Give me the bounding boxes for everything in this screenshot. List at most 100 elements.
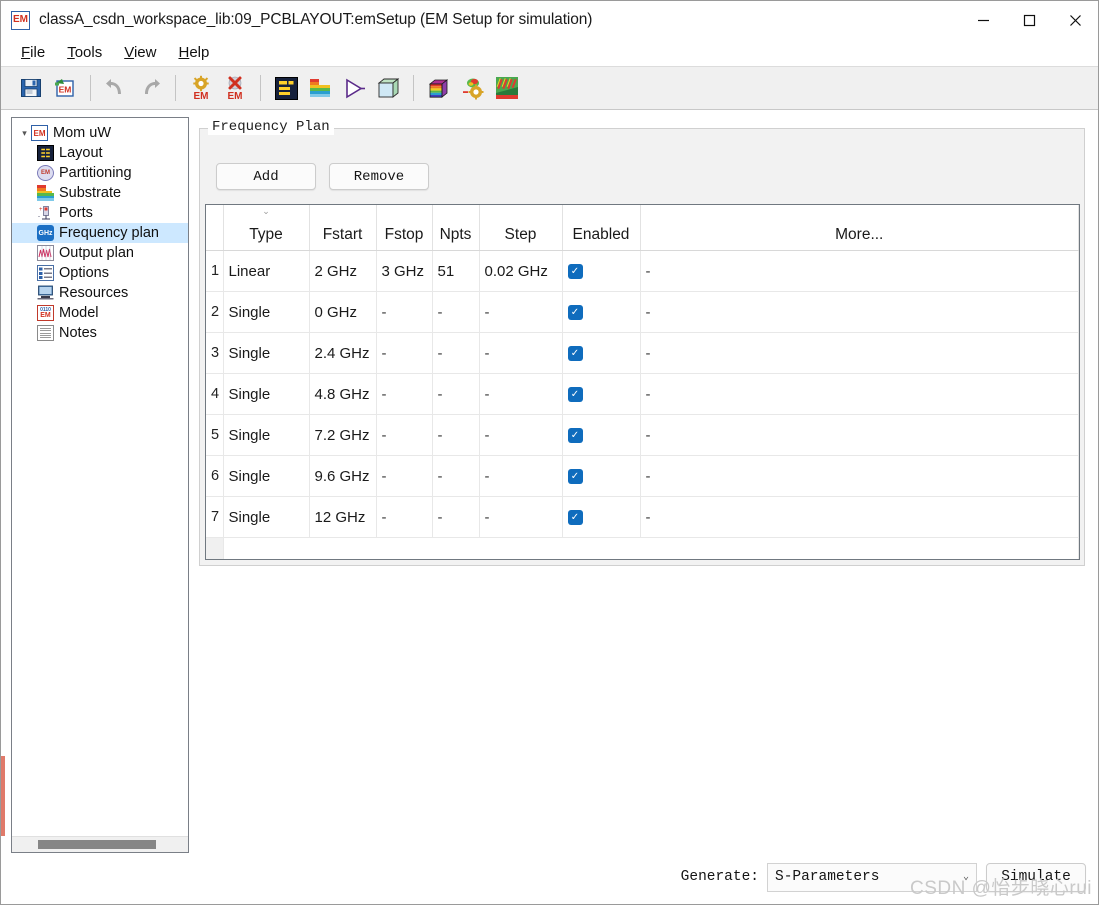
cell-enabled[interactable]: ✓: [562, 414, 641, 456]
scrollbar-thumb[interactable]: [38, 840, 156, 849]
enabled-checkbox[interactable]: ✓: [567, 510, 583, 526]
cell-fstart[interactable]: 2 GHz: [309, 250, 377, 292]
remove-button[interactable]: Remove: [329, 163, 429, 190]
cell-fstart[interactable]: 0 GHz: [309, 291, 377, 333]
table-row[interactable]: 5 Single 7.2 GHz - - - ✓ -: [206, 414, 1079, 456]
cell-npts[interactable]: -: [432, 332, 480, 374]
enabled-checkbox[interactable]: ✓: [567, 346, 583, 362]
cell-type[interactable]: Single: [223, 291, 310, 333]
cell-npts[interactable]: -: [432, 496, 480, 538]
cell-fstart[interactable]: 9.6 GHz: [309, 455, 377, 497]
cell-enabled[interactable]: ✓: [562, 496, 641, 538]
column-header-fstart[interactable]: Fstart: [309, 205, 377, 251]
enabled-checkbox[interactable]: ✓: [567, 469, 583, 485]
cell-enabled[interactable]: ✓: [562, 455, 641, 497]
sidebar-item-ports[interactable]: + - Ports: [12, 203, 188, 223]
sidebar-item-substrate[interactable]: Substrate: [12, 183, 188, 203]
cell-enabled[interactable]: ✓: [562, 250, 641, 292]
enabled-checkbox[interactable]: ✓: [567, 305, 583, 321]
em-settings-button[interactable]: EM: [185, 71, 217, 105]
table-row[interactable]: 1 Linear 2 GHz 3 GHz 51 0.02 GHz ✓ -: [206, 250, 1079, 292]
sidebar-horizontal-scrollbar[interactable]: [12, 836, 188, 852]
cell-step[interactable]: -: [479, 455, 563, 497]
cell-step[interactable]: -: [479, 414, 563, 456]
simulate-button[interactable]: Simulate: [986, 862, 1086, 892]
sidebar-item-resources[interactable]: Resources: [12, 283, 188, 303]
sidebar-item-partitioning[interactable]: EM Partitioning: [12, 163, 188, 183]
cell-more[interactable]: -: [640, 291, 1079, 333]
cell-more[interactable]: -: [640, 250, 1079, 292]
table-row[interactable]: 4 Single 4.8 GHz - - - ✓ -: [206, 373, 1079, 415]
add-button[interactable]: Add: [216, 163, 316, 190]
cell-npts[interactable]: 51: [432, 250, 480, 292]
cell-step[interactable]: -: [479, 373, 563, 415]
column-header-enabled[interactable]: Enabled: [562, 205, 641, 251]
sidebar-item-model[interactable]: 0110 EM Model: [12, 303, 188, 323]
table-row[interactable]: 7 Single 12 GHz - - - ✓ -: [206, 496, 1079, 538]
menu-help[interactable]: Help: [167, 42, 220, 63]
substrate-button[interactable]: [304, 71, 336, 105]
redo-button[interactable]: [134, 71, 166, 105]
chevron-down-icon[interactable]: ⌄: [963, 871, 969, 883]
cell-fstart[interactable]: 12 GHz: [309, 496, 377, 538]
cell-fstart[interactable]: 7.2 GHz: [309, 414, 377, 456]
cell-npts[interactable]: -: [432, 373, 480, 415]
cell-more[interactable]: -: [640, 373, 1079, 415]
cell-type[interactable]: Single: [223, 332, 310, 374]
column-header-more[interactable]: More...: [640, 205, 1079, 251]
column-header-type[interactable]: ⌄ Type: [223, 205, 310, 251]
cell-enabled[interactable]: ✓: [562, 291, 641, 333]
frequency-plan-table-container[interactable]: ⌄ Type Fstart Fstop Npts Step Enabled Mo…: [205, 204, 1080, 560]
sidebar-item-frequency-plan[interactable]: GHz Frequency plan: [12, 223, 188, 243]
column-header-step[interactable]: Step: [479, 205, 563, 251]
cell-fstop[interactable]: -: [376, 455, 433, 497]
table-row[interactable]: 3 Single 2.4 GHz - - - ✓ -: [206, 332, 1079, 374]
cell-type[interactable]: Single: [223, 414, 310, 456]
sidebar-item-notes[interactable]: Notes: [12, 323, 188, 343]
save-em-button[interactable]: EM: [49, 71, 81, 105]
undo-button[interactable]: [100, 71, 132, 105]
maximize-button[interactable]: [1006, 1, 1052, 39]
sidebar-item-output-plan[interactable]: Output plan: [12, 243, 188, 263]
simulate-play-button[interactable]: [338, 71, 370, 105]
column-header-npts[interactable]: Npts: [432, 205, 480, 251]
cell-more[interactable]: -: [640, 496, 1079, 538]
close-button[interactable]: [1052, 1, 1098, 39]
cell-step[interactable]: -: [479, 332, 563, 374]
cell-fstart[interactable]: 2.4 GHz: [309, 332, 377, 374]
cell-more[interactable]: -: [640, 332, 1079, 374]
save-button[interactable]: [15, 71, 47, 105]
cell-step[interactable]: 0.02 GHz: [479, 250, 563, 292]
cell-type[interactable]: Single: [223, 455, 310, 497]
cell-type[interactable]: Single: [223, 496, 310, 538]
cell-npts[interactable]: -: [432, 455, 480, 497]
enabled-checkbox[interactable]: ✓: [567, 428, 583, 444]
enabled-checkbox[interactable]: ✓: [567, 264, 583, 280]
tree-root-mom-uw[interactable]: ▾ EM Mom uW: [12, 123, 188, 143]
table-empty-area[interactable]: [206, 537, 1079, 559]
cell-fstop[interactable]: -: [376, 373, 433, 415]
em-clear-button[interactable]: EM: [219, 71, 251, 105]
cell-type[interactable]: Linear: [223, 250, 310, 292]
cell-step[interactable]: -: [479, 291, 563, 333]
enabled-checkbox[interactable]: ✓: [567, 387, 583, 403]
cell-npts[interactable]: -: [432, 414, 480, 456]
cell-fstop[interactable]: -: [376, 332, 433, 374]
generate-select[interactable]: S-Parameters ⌄: [767, 862, 977, 892]
table-row[interactable]: 6 Single 9.6 GHz - - - ✓ -: [206, 455, 1079, 497]
3d-view-button[interactable]: [372, 71, 404, 105]
cell-fstop[interactable]: -: [376, 414, 433, 456]
chevron-down-icon[interactable]: ▾: [18, 128, 31, 139]
cell-type[interactable]: Single: [223, 373, 310, 415]
cell-more[interactable]: -: [640, 414, 1079, 456]
mesh-settings-button[interactable]: [457, 71, 489, 105]
menu-tools[interactable]: Tools: [56, 42, 113, 63]
sidebar-item-options[interactable]: Options: [12, 263, 188, 283]
menu-view[interactable]: View: [113, 42, 167, 63]
cell-step[interactable]: -: [479, 496, 563, 538]
cell-fstop[interactable]: 3 GHz: [376, 250, 433, 292]
sidebar-item-layout[interactable]: ☷ Layout: [12, 143, 188, 163]
minimize-button[interactable]: [960, 1, 1006, 39]
visualization-cube-button[interactable]: [423, 71, 455, 105]
layout-button[interactable]: [270, 71, 302, 105]
